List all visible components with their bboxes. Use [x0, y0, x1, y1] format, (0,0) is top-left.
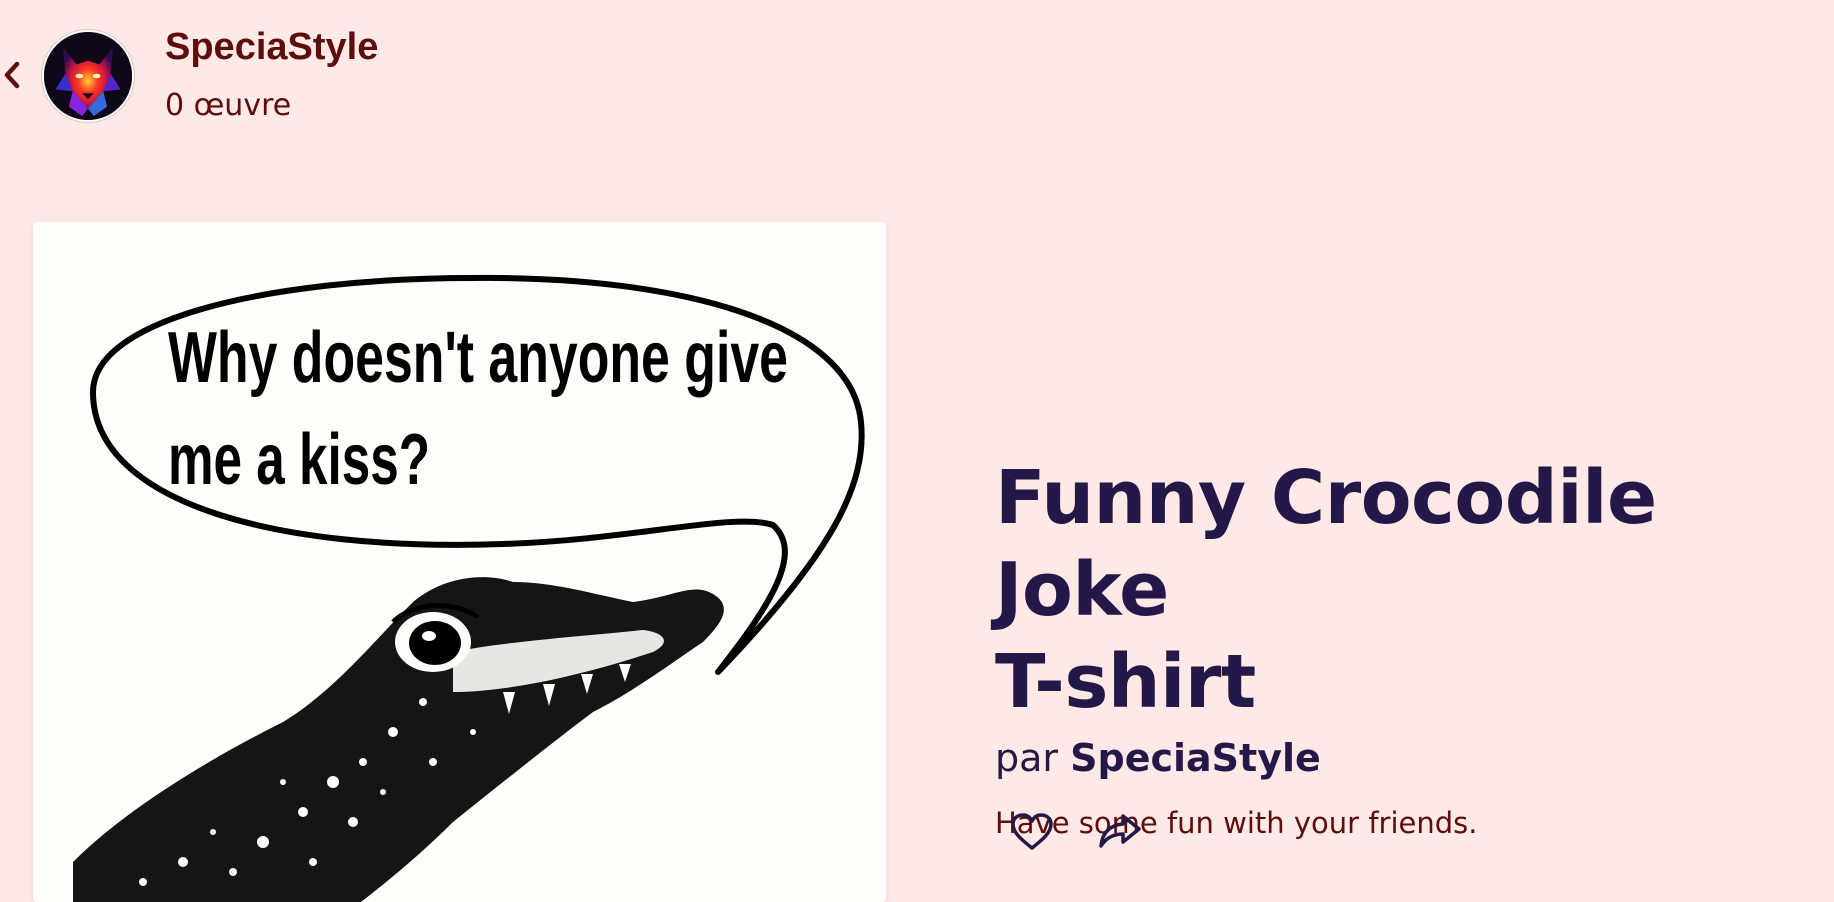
byline-prefix: par [995, 736, 1059, 780]
like-button[interactable] [1004, 804, 1060, 860]
back-button[interactable] [0, 58, 24, 92]
speech-line-1: Why doesn't anyone give [168, 318, 788, 398]
speech-line-2: me a kiss? [168, 420, 430, 500]
product-actions [1004, 804, 1148, 860]
share-button[interactable] [1092, 804, 1148, 860]
avatar[interactable] [42, 30, 134, 122]
chevron-left-icon [4, 61, 20, 89]
product-title: Funny Crocodile Joke T-shirt [995, 452, 1795, 728]
product-title-line-1: Funny Crocodile Joke [995, 455, 1657, 633]
product-byline: par SpeciaStyle [995, 736, 1795, 780]
product-info: Funny Crocodile Joke T-shirt par SpeciaS… [995, 452, 1795, 840]
product-title-line-2: T-shirt [995, 639, 1256, 725]
works-count: 0 œuvre [165, 88, 292, 123]
crocodile-artwork: Why doesn't anyone give me a kiss? [73, 274, 865, 902]
share-arrow-icon [1099, 814, 1141, 848]
artwork-preview[interactable]: Why doesn't anyone give me a kiss? [33, 222, 886, 902]
shop-name[interactable]: SpeciaStyle [165, 26, 378, 69]
wolf-avatar-icon [44, 32, 132, 120]
crocodile-head-illustration [73, 577, 724, 902]
heart-outline-icon [1011, 813, 1053, 850]
shop-header: SpeciaStyle 0 œuvre [0, 0, 1834, 140]
byline-shop-link[interactable]: SpeciaStyle [1070, 736, 1321, 780]
